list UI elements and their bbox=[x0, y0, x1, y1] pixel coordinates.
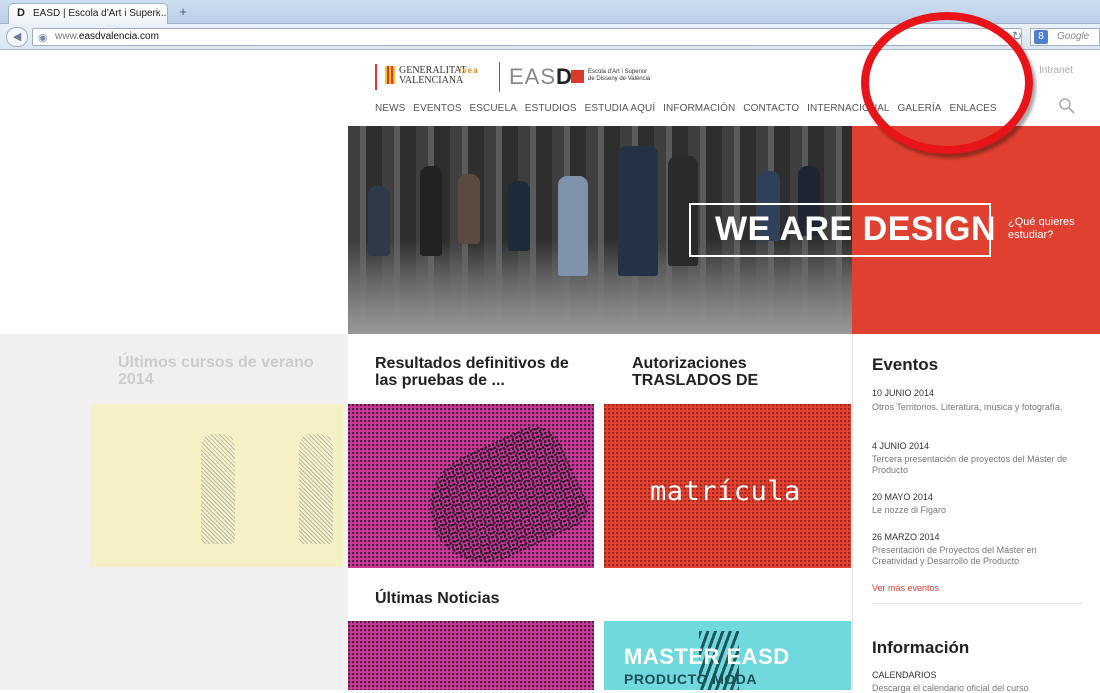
ver-mas-eventos-link[interactable]: Ver más eventos bbox=[872, 583, 939, 593]
news-image-1[interactable] bbox=[348, 621, 594, 690]
section-title-ultimas-noticias: Últimas Noticias bbox=[375, 590, 500, 607]
browser-tab[interactable]: D EASD | Escola d'Art i Superi... × bbox=[8, 3, 168, 24]
matricula-word: matrícula bbox=[650, 476, 801, 507]
easd-red-square bbox=[571, 70, 584, 83]
article-image-resultados[interactable] bbox=[348, 404, 594, 568]
person-figure bbox=[458, 174, 480, 244]
search-magnifier-icon[interactable] bbox=[1058, 97, 1076, 115]
person-figure bbox=[508, 181, 530, 251]
search-placeholder: Google bbox=[1057, 31, 1090, 42]
pointing-hand-image bbox=[411, 417, 594, 568]
intranet-link[interactable]: Intranet bbox=[1039, 65, 1073, 76]
article-image-cursos[interactable] bbox=[91, 404, 343, 567]
nav-item-informacion[interactable]: INFORMACIÓN bbox=[663, 103, 735, 114]
info-item-description: Descarga el calendario oficial del curso bbox=[872, 683, 1029, 693]
event-date: 20 MAYO 2014 bbox=[872, 492, 933, 502]
informacion-title: Información bbox=[872, 638, 970, 657]
info-item-calendarios[interactable]: CALENDARIOS bbox=[872, 670, 937, 680]
nav-item-estudios[interactable]: ESTUDIOS bbox=[525, 103, 577, 114]
annotation-circle bbox=[861, 12, 1033, 154]
easd-logo[interactable]: EASD bbox=[509, 64, 573, 90]
nav-item-news[interactable]: NEWS bbox=[375, 103, 405, 114]
globe-icon: ◉ bbox=[38, 32, 48, 44]
news-image-master[interactable]: MASTER EASD PRODUCTO MODA bbox=[604, 621, 851, 690]
google-search-icon[interactable]: 8 bbox=[1034, 30, 1048, 44]
url-prefix: www. bbox=[55, 31, 79, 42]
person-figure bbox=[368, 186, 390, 256]
hero-headline: WE ARE DESIGN bbox=[715, 210, 997, 248]
easd-subtitle: Escola d'Art i Superior de Disseny de Va… bbox=[588, 69, 650, 83]
iseacv-logo[interactable]: isea bbox=[459, 66, 489, 75]
easd-logo-letters: EAS bbox=[509, 64, 557, 89]
url-domain: easdvalencia.com bbox=[78, 31, 159, 42]
article-title-cursos[interactable]: Últimos cursos de verano 2014 bbox=[118, 354, 318, 388]
master-subtitle: PRODUCTO MODA bbox=[624, 671, 758, 687]
event-description[interactable]: Otros Territorios. Literatura, música y … bbox=[872, 402, 1077, 413]
event-date: 4 JUNIO 2014 bbox=[872, 441, 930, 451]
back-arrow-icon[interactable]: ◀ bbox=[6, 27, 28, 47]
hero-cta-link[interactable]: ¿Qué quieres estudiar? bbox=[1008, 216, 1092, 242]
event-description[interactable]: Tercera presentación de proyectos del Má… bbox=[872, 454, 1077, 476]
event-description[interactable]: Le nozze di Figaro bbox=[872, 505, 1077, 516]
nav-item-contacto[interactable]: CONTACTO bbox=[743, 103, 799, 114]
dancer-figure bbox=[299, 434, 333, 544]
logo-separator bbox=[499, 62, 500, 92]
dancer-figure bbox=[201, 434, 235, 544]
master-title: MASTER EASD bbox=[624, 644, 790, 669]
person-figure bbox=[618, 146, 658, 276]
eventos-title: Eventos bbox=[872, 355, 939, 374]
logo-red-bar bbox=[375, 64, 377, 90]
article-title-autorizaciones[interactable]: Autorizaciones TRASLADOS DE bbox=[632, 355, 832, 389]
tab-title: EASD | Escola d'Art i Superi... bbox=[33, 8, 167, 19]
event-date: 10 JUNIO 2014 bbox=[872, 388, 935, 398]
article-title-resultados[interactable]: Resultados definitivos de las pruebas de… bbox=[375, 355, 590, 389]
site-favicon-icon: D bbox=[17, 7, 25, 19]
nav-item-eventos[interactable]: EVENTOS bbox=[413, 103, 461, 114]
event-date: 26 MARZO 2014 bbox=[872, 532, 940, 542]
article-image-matricula[interactable]: matrícula bbox=[604, 404, 851, 568]
nav-item-estudia-aqui[interactable]: ESTUDIA AQUÍ bbox=[585, 103, 656, 114]
browser-search-input[interactable]: 8 Google bbox=[1030, 28, 1100, 46]
new-tab-button[interactable]: + bbox=[174, 5, 192, 21]
person-figure bbox=[558, 176, 588, 276]
generalitat-shield-icon bbox=[385, 66, 395, 84]
event-description[interactable]: Presentación de Proyectos del Máster en … bbox=[872, 545, 1077, 567]
sidebar-divider bbox=[872, 603, 1082, 604]
iseacv-logo-text: isea bbox=[459, 66, 479, 75]
easd-subtitle-line-1: Escola d'Art i Superior bbox=[588, 69, 648, 75]
close-icon[interactable]: × bbox=[155, 8, 161, 19]
nav-item-escuela[interactable]: ESCUELA bbox=[470, 103, 517, 114]
person-figure bbox=[420, 166, 442, 256]
easd-subtitle-line-2: de Disseny de València bbox=[588, 76, 651, 82]
address-bar[interactable]: ◉ www.easdvalencia.com bbox=[32, 28, 1022, 46]
generalitat-logo[interactable]: GENERALITAT VALENCIANA bbox=[399, 66, 467, 86]
